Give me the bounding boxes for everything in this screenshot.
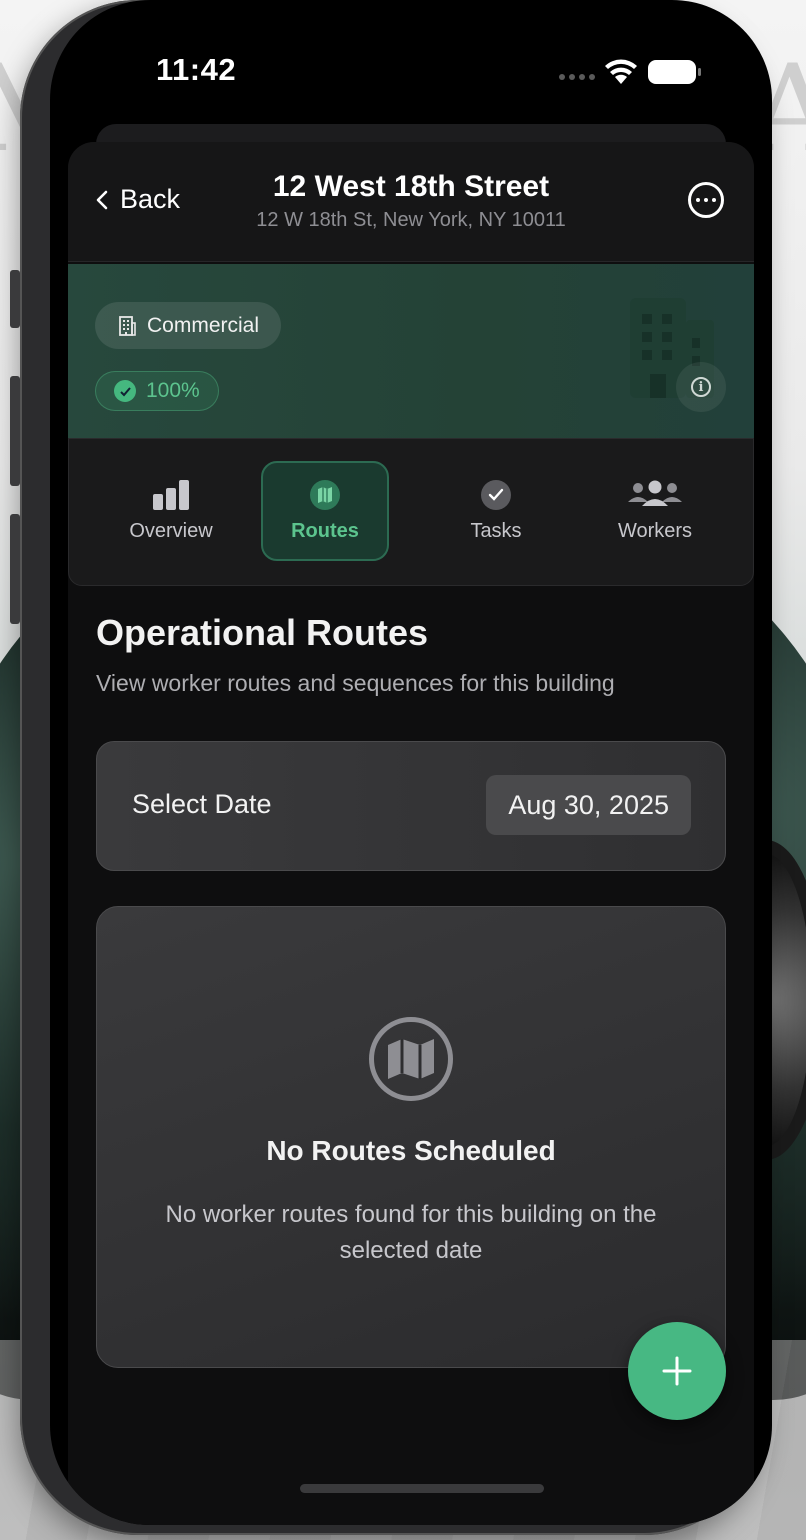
building-type-badge: Commercial: [95, 302, 282, 349]
map-icon: [369, 1017, 453, 1101]
tab-tasks-label: Tasks: [470, 519, 522, 542]
phone-frame: 11:42 Back 12 West 18th Street 12 W 18th: [10, 0, 772, 1535]
completion-badge: 100%: [95, 371, 219, 411]
add-route-button[interactable]: [628, 1322, 726, 1420]
tab-workers[interactable]: Workers: [591, 461, 719, 561]
completion-value: 100%: [146, 379, 200, 402]
volume-up-button: [10, 376, 20, 486]
bar-chart-icon: [151, 479, 191, 510]
info-button[interactable]: i: [676, 362, 726, 412]
section-description: View worker routes and sequences for thi…: [96, 670, 615, 696]
people-icon: [626, 480, 684, 510]
building-type-label: Commercial: [147, 313, 260, 337]
tab-overview-label: Overview: [129, 519, 213, 542]
date-selector-card: Select Date Aug 30, 2025: [96, 741, 726, 871]
empty-state-card: No Routes Scheduled No worker routes fou…: [96, 906, 726, 1368]
side-button: [10, 270, 20, 328]
ellipsis-icon: [696, 198, 700, 202]
home-indicator[interactable]: [300, 1484, 544, 1493]
building-icon: [119, 315, 136, 336]
tab-bar: Overview Routes Tasks Workers: [68, 438, 754, 586]
more-options-button[interactable]: [688, 182, 724, 218]
status-time: 11:42: [156, 52, 237, 87]
section-title: Operational Routes: [96, 612, 429, 653]
plus-icon: [662, 1356, 692, 1386]
map-icon: [309, 479, 341, 510]
wifi-icon: [605, 59, 637, 84]
navigation-bar: Back 12 West 18th Street 12 W 18th St, N…: [68, 142, 754, 262]
status-bar: 11:42: [50, 0, 772, 130]
info-icon: i: [691, 377, 711, 397]
page-subtitle-address: 12 W 18th St, New York, NY 10011: [256, 209, 566, 231]
date-picker-button[interactable]: Aug 30, 2025: [486, 775, 691, 835]
cellular-signal-icon: [559, 74, 595, 80]
tab-tasks[interactable]: Tasks: [432, 461, 560, 561]
building-hero-banner: Commercial 100% i: [68, 264, 754, 438]
tab-overview[interactable]: Overview: [107, 461, 235, 561]
building-detail-sheet: Back 12 West 18th Street 12 W 18th St, N…: [68, 142, 754, 1525]
date-selector-label: Select Date: [132, 789, 272, 819]
tab-routes[interactable]: Routes: [261, 461, 389, 561]
routes-section: Operational Routes View worker routes an…: [96, 612, 726, 1368]
empty-state-message: No worker routes found for this building…: [165, 1201, 657, 1264]
volume-down-button: [10, 514, 20, 624]
battery-icon: [648, 60, 701, 84]
check-circle-icon: [114, 380, 136, 402]
page-title: 12 West 18th Street: [272, 170, 550, 203]
checkmark-icon: [480, 479, 512, 510]
tab-workers-label: Workers: [617, 519, 693, 542]
empty-state-title: No Routes Scheduled: [266, 1135, 556, 1166]
tab-routes-label: Routes: [291, 519, 359, 542]
device-screen: 11:42 Back 12 West 18th Street 12 W 18th: [50, 0, 772, 1525]
